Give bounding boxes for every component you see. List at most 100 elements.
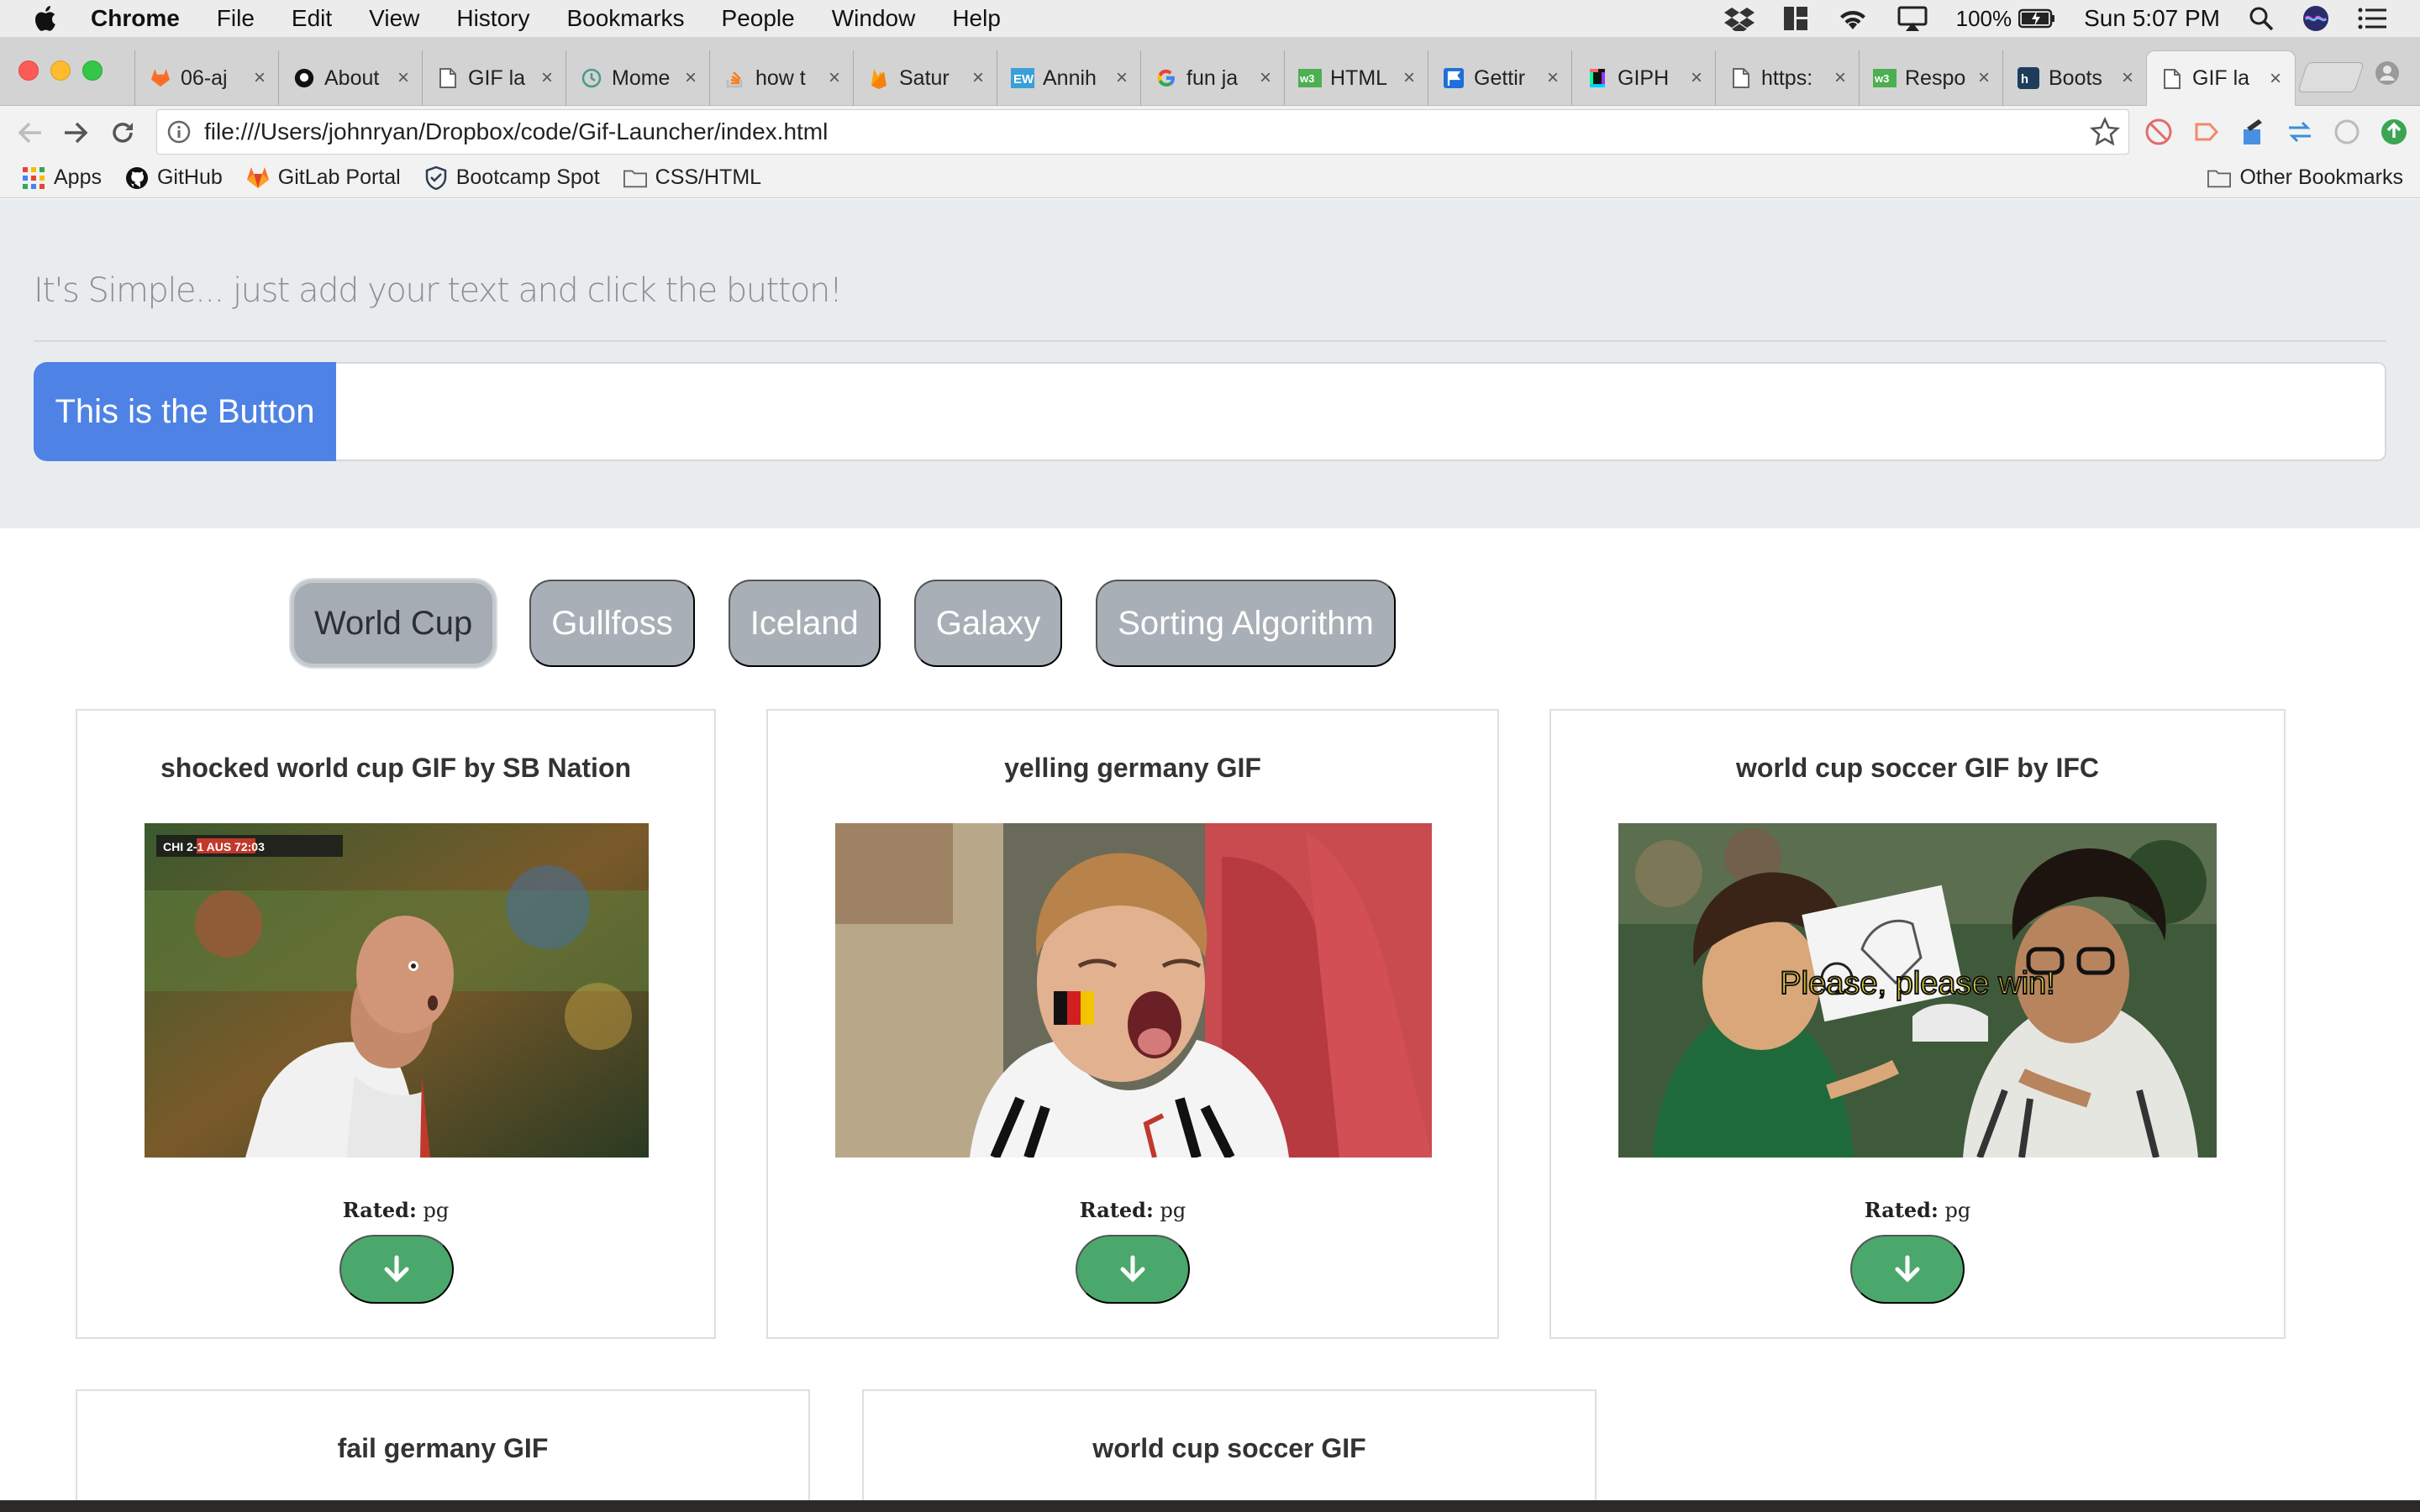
- bookmark-bootcamp-spot[interactable]: Bootcamp Spot: [424, 165, 600, 190]
- bookmark-apps[interactable]: Apps: [22, 165, 102, 190]
- reload-icon[interactable]: [104, 114, 141, 151]
- arrows-extension-icon[interactable]: [2284, 116, 2316, 148]
- cast-extension-icon[interactable]: [2190, 116, 2222, 148]
- close-tab-icon[interactable]: ×: [2122, 66, 2133, 90]
- window-layout-icon[interactable]: [1783, 6, 1808, 31]
- bookmark-star-icon[interactable]: [2089, 116, 2121, 153]
- back-arrow-icon[interactable]: [12, 114, 49, 151]
- dropbox-icon[interactable]: [1723, 6, 1754, 31]
- topic-button-iceland[interactable]: Iceland: [728, 580, 881, 667]
- eyedropper-extension-icon[interactable]: [2237, 116, 2269, 148]
- download-button[interactable]: [1850, 1235, 1965, 1304]
- clock-text[interactable]: Sun 5:07 PM: [2084, 5, 2220, 32]
- loading-extension-icon[interactable]: [2331, 116, 2363, 148]
- gif-image[interactable]: [835, 823, 1432, 1158]
- menu-history[interactable]: History: [456, 5, 529, 32]
- bookmark-github[interactable]: GitHub: [125, 165, 223, 190]
- close-window-icon[interactable]: [18, 60, 39, 81]
- update-extension-icon[interactable]: [2378, 116, 2410, 148]
- close-tab-icon[interactable]: ×: [397, 66, 409, 90]
- browser-tab[interactable]: About ×: [278, 50, 423, 106]
- info-icon[interactable]: [167, 120, 191, 144]
- airplay-icon[interactable]: [1897, 6, 1928, 31]
- close-tab-icon[interactable]: ×: [1403, 66, 1415, 90]
- search-term-input[interactable]: [336, 362, 2386, 461]
- menu-app-name[interactable]: Chrome: [91, 5, 180, 32]
- gif-caption-text: Please, please win!: [1780, 966, 2054, 1001]
- notification-center-icon[interactable]: [2358, 7, 2386, 30]
- close-tab-icon[interactable]: ×: [541, 66, 553, 90]
- browser-tab[interactable]: Gettir ×: [1428, 50, 1572, 106]
- topic-button-sorting-algorithm[interactable]: Sorting Algorithm: [1096, 580, 1396, 667]
- close-tab-icon[interactable]: ×: [829, 66, 840, 90]
- gif-image[interactable]: Please, please win!: [1618, 823, 2217, 1158]
- close-tab-icon[interactable]: ×: [1834, 66, 1846, 90]
- topic-button-galaxy[interactable]: Galaxy: [913, 580, 1063, 667]
- bookmark-folder-css-html[interactable]: CSS/HTML: [623, 165, 761, 190]
- rating-value: pg: [423, 1199, 450, 1222]
- search-input-group: This is the Button: [34, 362, 2386, 461]
- bookmark-gitlab-portal[interactable]: GitLab Portal: [246, 165, 401, 190]
- close-tab-icon[interactable]: ×: [254, 66, 266, 90]
- browser-tab[interactable]: GIF la ×: [2146, 50, 2296, 106]
- menu-window[interactable]: Window: [832, 5, 916, 32]
- menu-edit[interactable]: Edit: [292, 5, 332, 32]
- menu-bookmarks[interactable]: Bookmarks: [566, 5, 684, 32]
- topic-button-row: World Cup Gullfoss Iceland Galaxy Sortin…: [291, 580, 1429, 667]
- rating-value: pg: [1160, 1199, 1186, 1222]
- zoom-window-icon[interactable]: [82, 60, 103, 81]
- close-tab-icon[interactable]: ×: [972, 66, 984, 90]
- close-tab-icon[interactable]: ×: [2270, 67, 2281, 91]
- browser-tab[interactable]: GIF la ×: [422, 50, 566, 106]
- download-button[interactable]: [1076, 1235, 1190, 1304]
- spotlight-search-icon[interactable]: [2249, 6, 2274, 31]
- close-tab-icon[interactable]: ×: [1547, 66, 1559, 90]
- menu-people[interactable]: People: [722, 5, 795, 32]
- browser-tab-strip: 06-aj × About × GIF la × Mome × how t × Satur × EW An…: [0, 37, 2420, 106]
- browser-tab[interactable]: how t ×: [709, 50, 854, 106]
- browser-tab[interactable]: Satur ×: [853, 50, 997, 106]
- topic-button-gullfoss[interactable]: Gullfoss: [529, 580, 695, 667]
- browser-tab[interactable]: Mome ×: [566, 50, 710, 106]
- launch-button[interactable]: This is the Button: [34, 362, 336, 461]
- menu-view[interactable]: View: [369, 5, 419, 32]
- new-tab-button[interactable]: [2297, 62, 2365, 92]
- bookmark-folder-other[interactable]: Other Bookmarks: [2207, 165, 2403, 190]
- minimize-window-icon[interactable]: [50, 60, 71, 81]
- close-tab-icon[interactable]: ×: [1691, 66, 1702, 90]
- close-tab-icon[interactable]: ×: [685, 66, 697, 90]
- bookmark-label: Apps: [54, 165, 102, 189]
- siri-icon[interactable]: [2302, 5, 2329, 32]
- gif-image[interactable]: CHI 2-1 AUS 72:03: [145, 823, 649, 1158]
- browser-tab[interactable]: h Boots ×: [2002, 50, 2147, 106]
- extensions-area: [2143, 116, 2420, 148]
- blocked-extension-icon[interactable]: [2143, 116, 2175, 148]
- close-tab-icon[interactable]: ×: [1978, 66, 1990, 90]
- gif-rating: Rated: pg: [1551, 1198, 2284, 1222]
- url-text[interactable]: file:///Users/johnryan/Dropbox/code/Gif-…: [204, 118, 828, 145]
- close-tab-icon[interactable]: ×: [1116, 66, 1128, 90]
- profile-icon[interactable]: [2375, 60, 2400, 90]
- folder-icon: [2207, 166, 2232, 190]
- browser-tab[interactable]: fun ja ×: [1140, 50, 1285, 106]
- github-icon: [125, 166, 149, 190]
- menu-file[interactable]: File: [217, 5, 255, 32]
- browser-tab[interactable]: GIPH ×: [1571, 50, 1716, 106]
- battery-icon[interactable]: [2018, 8, 2055, 29]
- apple-menu-icon[interactable]: [32, 4, 66, 33]
- address-bar[interactable]: file:///Users/johnryan/Dropbox/code/Gif-…: [156, 109, 2129, 155]
- arrow-down-icon: [384, 1255, 409, 1283]
- gif-title: shocked world cup GIF by SB Nation: [160, 753, 632, 783]
- forward-arrow-icon[interactable]: [57, 114, 94, 151]
- browser-tab[interactable]: 06-aj ×: [134, 50, 279, 106]
- browser-tab[interactable]: https: ×: [1715, 50, 1860, 106]
- topic-button-world-cup[interactable]: World Cup: [291, 580, 497, 667]
- browser-tab[interactable]: EW Annih ×: [997, 50, 1141, 106]
- browser-tab[interactable]: w3 Respo ×: [1859, 50, 2003, 106]
- gitlab-icon: [149, 66, 172, 90]
- browser-tab[interactable]: w3 HTML ×: [1284, 50, 1428, 106]
- menu-help[interactable]: Help: [952, 5, 1001, 32]
- download-button[interactable]: [339, 1235, 454, 1304]
- close-tab-icon[interactable]: ×: [1260, 66, 1271, 90]
- wifi-icon[interactable]: [1837, 6, 1869, 31]
